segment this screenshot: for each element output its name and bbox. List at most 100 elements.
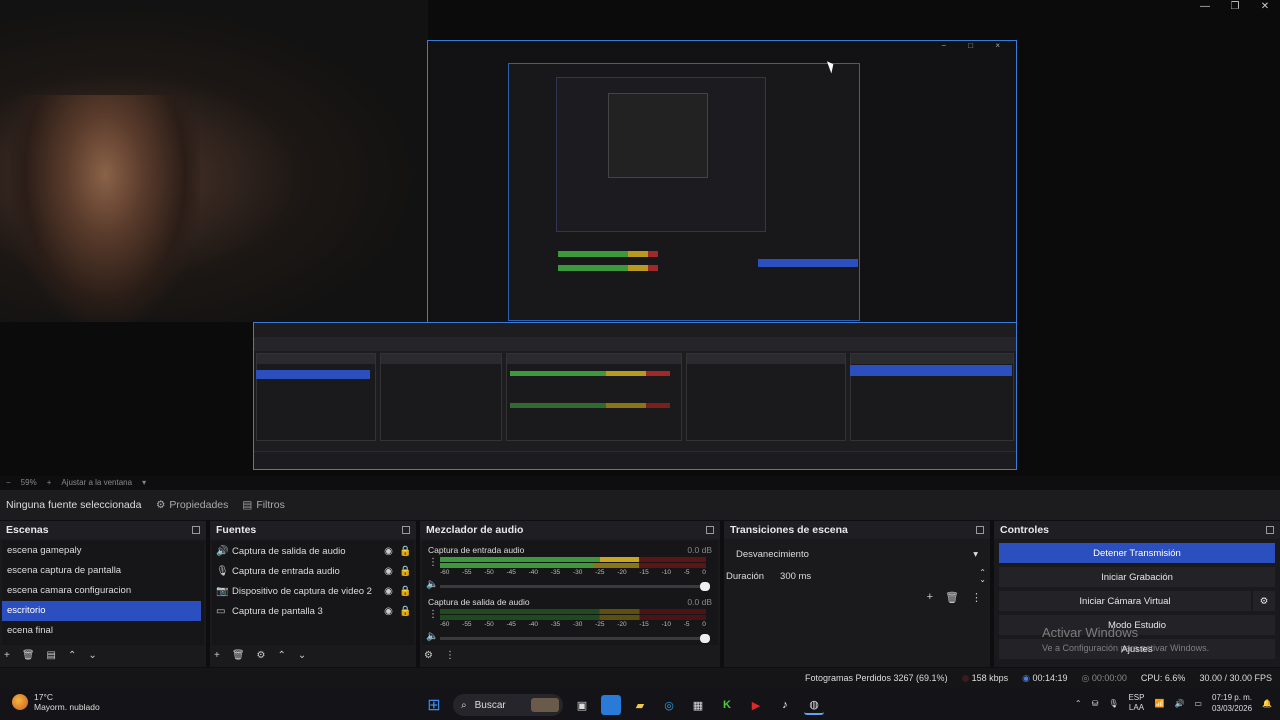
task-view-icon[interactable]: ▣ [572,695,592,715]
eye-icon[interactable]: ◉ [380,566,397,577]
window-controls: — ❐ ✕ [1190,0,1280,14]
down-arrow-icon[interactable]: ⌄ [298,650,306,661]
tiktok-icon[interactable]: ♪ [775,695,795,715]
obs-preview[interactable]: − □ × [0,0,1280,476]
nested-stop-button [758,259,858,267]
up-arrow-icon[interactable]: ⌃ [278,650,286,661]
meter-yellow [599,557,640,562]
eye-icon[interactable]: ◉ [380,606,397,617]
volume-slider[interactable] [440,634,710,643]
zoom-value: 59% [20,478,37,487]
trash-icon[interactable]: 🗑 [945,591,959,604]
network-icon[interactable]: ⛁ [1092,699,1099,708]
audio-meter [440,615,706,620]
speaker-icon[interactable]: 🔈 [426,631,438,642]
undock-icon[interactable] [192,526,200,534]
weather-widget[interactable]: 17°C Mayorm. nublado [12,692,100,712]
transitions-dock: Transiciones de escena Desvanecimiento ▾… [724,521,990,667]
volume-icon[interactable]: 🔊 [1174,699,1184,708]
speaker-icon[interactable]: 🔈 [426,579,438,590]
add-icon[interactable]: + [214,650,220,661]
gear-icon[interactable]: ⚙ [1253,591,1275,611]
gear-icon[interactable]: ⚙ [257,650,266,661]
stepper-icon[interactable]: ⌃ ⌄ [979,569,986,584]
scene-item-selected[interactable]: escritorio [2,601,201,621]
microphone-icon[interactable]: 🎙 [1108,699,1118,708]
language-indicator[interactable]: ESP LAA [1128,693,1144,713]
down-arrow-icon[interactable]: ⌄ [88,650,96,661]
wifi-icon[interactable]: 📶 [1154,699,1164,708]
file-explorer-icon[interactable]: ▰ [630,695,650,715]
up-arrow-icon[interactable]: ⌃ [68,650,76,661]
eye-icon[interactable]: ◉ [380,546,397,557]
bitrate-indicator: 158 kbps [961,673,1008,683]
undock-icon[interactable] [402,526,410,534]
menu-dots-icon[interactable]: ⋮ [428,557,438,568]
obs-icon[interactable]: ◍ [804,695,824,715]
taskbar-search[interactable]: ⌕ Buscar [453,694,563,716]
start-recording-button[interactable]: Iniciar Grabación [999,567,1275,587]
scene-item[interactable]: escena gamepaly [2,541,204,561]
windows-start-icon[interactable]: ⊞ [424,695,444,715]
menu-dots-icon[interactable]: ⋮ [445,650,455,661]
notification-icon[interactable]: 🔔 [1262,699,1272,708]
store-icon[interactable]: ▦ [688,695,708,715]
youtube-icon[interactable]: ▶ [746,695,766,715]
nested-selected-scene [256,370,370,379]
trash-icon[interactable]: 🗑 [22,650,35,661]
close-button[interactable]: ✕ [1250,0,1280,14]
lock-icon[interactable]: 🔒 [397,586,414,597]
trash-icon[interactable]: 🗑 [232,650,245,661]
tray-chevron-icon[interactable]: ⌃ [1075,699,1082,708]
edge-browser-icon[interactable]: ◎ [659,695,679,715]
nested-toolbar [254,337,1016,351]
source-item[interactable]: 🎙 Captura de entrada audio ◉ 🔒 [212,561,414,581]
fit-window-label[interactable]: Ajustar a la ventana [61,478,132,487]
audio-meter [440,563,706,568]
kick-icon[interactable]: K [717,695,737,715]
stop-stream-button[interactable]: Detener Transmisión [999,543,1275,563]
volume-knob[interactable] [700,582,710,591]
windows-taskbar: 17°C Mayorm. nublado ⊞ ⌕ Buscar ▣ ▰ ◎ ▦ K… [0,688,1280,720]
undock-icon[interactable] [706,526,714,534]
lock-icon[interactable]: 🔒 [397,546,414,557]
source-item[interactable]: 📷 Dispositivo de captura de video 2 ◉ 🔒 [212,581,414,601]
volume-slider[interactable] [440,582,710,591]
properties-button[interactable]: ⚙ Propiedades [156,499,228,511]
mixer-footer: ⚙ ⋮ [424,645,716,665]
scene-item[interactable]: escena camara configuracion [2,581,204,601]
restore-button[interactable]: ❐ [1220,0,1250,14]
gear-icon[interactable]: ⚙ [424,650,433,661]
filter-icon[interactable]: ▤ [47,650,56,661]
eye-icon[interactable]: ◉ [380,586,397,597]
copilot-icon[interactable] [601,695,621,715]
minimize-button[interactable]: — [1190,0,1220,14]
zoom-dropdown-icon[interactable]: ▾ [142,478,146,487]
menu-dots-icon[interactable]: ⋮ [971,591,982,604]
lock-icon[interactable]: 🔒 [397,566,414,577]
virtual-camera-button[interactable]: Iniciar Cámara Virtual [999,591,1251,611]
channel-name: Captura de entrada audio [428,545,525,555]
scene-item[interactable]: ecena final [2,621,204,641]
zoom-in-button[interactable]: + [47,478,52,487]
scene-item[interactable]: escena captura de pantalla [2,561,204,581]
add-icon[interactable]: + [927,591,933,604]
channel-db: 0.0 dB [687,545,712,555]
undock-icon[interactable] [1266,526,1274,534]
transition-select[interactable]: Desvanecimiento ▾ [730,545,984,563]
lock-icon[interactable]: 🔒 [397,606,414,617]
source-item[interactable]: 🔊 Captura de salida de audio ◉ 🔒 [212,541,414,561]
zoom-out-button[interactable]: − [6,478,11,487]
volume-knob[interactable] [700,634,710,643]
clock[interactable]: 07:19 p. m. 03/03/2026 [1212,692,1252,714]
source-item[interactable]: ▭ Captura de pantalla 3 ◉ 🔒 [212,601,414,621]
search-highlight-icon [531,698,559,712]
mixer-channel: Captura de salida de audio 0.0 dB ⋮ -60 -5… [422,593,718,645]
duration-input[interactable]: 300 ms [780,571,963,582]
source-label: Captura de entrada audio [232,565,340,577]
undock-icon[interactable] [976,526,984,534]
battery-icon[interactable]: ▭ [1194,699,1202,708]
filters-button[interactable]: ▤ Filtros [242,499,285,511]
add-icon[interactable]: + [4,650,10,661]
menu-dots-icon[interactable]: ⋮ [428,609,438,620]
